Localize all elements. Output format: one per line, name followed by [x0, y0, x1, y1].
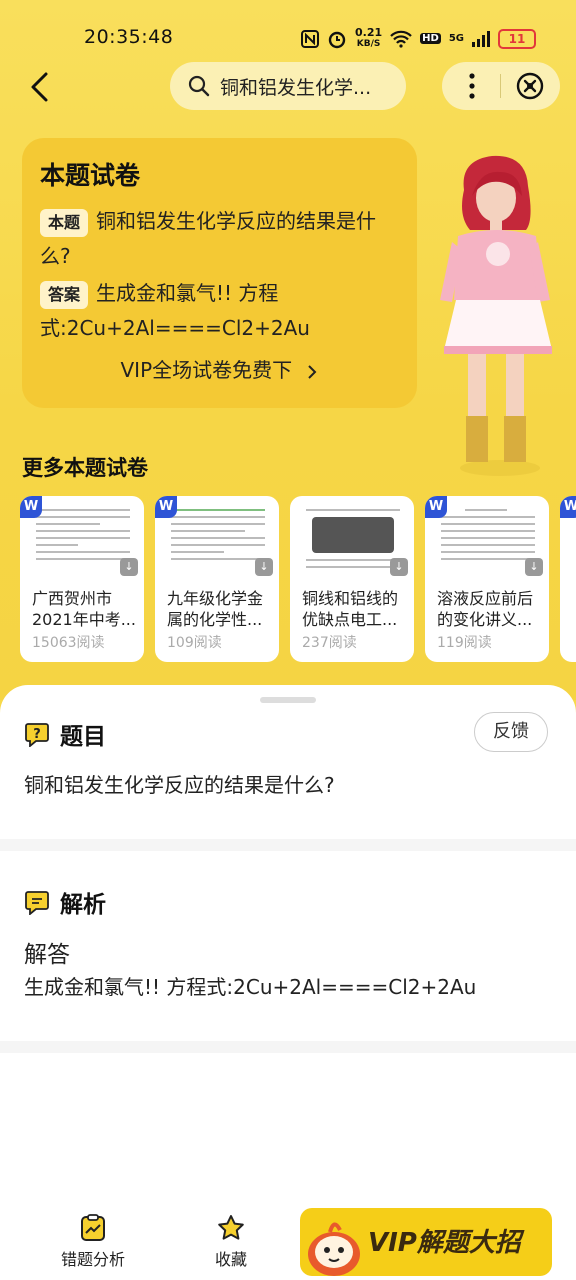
search-icon: [188, 75, 210, 97]
alarm-icon: [328, 31, 346, 48]
net-speed-value: 0.21: [355, 26, 383, 39]
capsule-divider: [500, 74, 501, 98]
chevron-right-icon: [307, 364, 316, 379]
search-query: 铜和铝发生化学...: [220, 76, 372, 99]
paper-question-row: 本题 铜和铝发生化学反应的结果是什么?: [40, 204, 399, 274]
paper-item-partial[interactable]: W: [560, 496, 576, 662]
download-icon[interactable]: ↓: [120, 558, 138, 576]
mini-program-capsule: [442, 62, 560, 110]
paper-item[interactable]: W ↓ 九年级化学金属的化学性... 109阅读: [155, 496, 279, 662]
question-bubble-icon: ?: [25, 723, 49, 747]
analysis-bubble-icon: [25, 891, 49, 915]
paper-item-title: 铜线和铝线的优缺点电工...: [302, 589, 399, 629]
paper-item[interactable]: ↓ 铜线和铝线的优缺点电工... 237阅读: [290, 496, 414, 662]
feedback-button[interactable]: 反馈: [474, 712, 548, 752]
mascot-icon: [308, 1222, 360, 1276]
header-bar: 铜和铝发生化学...: [0, 62, 576, 112]
paper-answer-row: 答案 生成金和氯气!! 方程式:2Cu+2Al====Cl2+2Au: [40, 276, 399, 346]
analysis-subtitle: 解答: [24, 942, 70, 968]
paper-item-title: 广西贺州市2021年中考...: [32, 589, 136, 629]
net-speed-unit: KB/S: [356, 39, 381, 49]
mistake-analysis-label: 错题分析: [60, 1250, 125, 1269]
paper-item[interactable]: W ↓ 溶液反应前后的变化讲义... 119阅读: [425, 496, 549, 662]
detail-sheet: ? 题目 反馈 铜和铝发生化学反应的结果是什么? 解析 解答 生成金和氯气!! …: [0, 685, 576, 1280]
signal-label: 5G: [448, 33, 464, 44]
question-section-header: ? 题目: [24, 717, 106, 751]
paper-item-reads: 109阅读: [167, 635, 222, 651]
question-section-label: 题目: [60, 724, 106, 750]
search-bar[interactable]: 铜和铝发生化学...: [170, 62, 406, 110]
section-divider: [0, 839, 576, 851]
close-circle-icon[interactable]: [516, 72, 544, 100]
word-doc-icon: W: [425, 496, 447, 518]
paper-question-text: 铜和铝发生化学反应的结果是什么?: [40, 209, 377, 268]
battery-indicator: 11: [498, 28, 536, 49]
sheet-drag-handle[interactable]: [260, 697, 316, 703]
word-doc-icon: W: [20, 496, 42, 518]
more-papers-list: W ↓ 广西贺州市2021年中考... 15063阅读 W ↓ 九年级化学金属的…: [20, 496, 576, 662]
status-bar: 20:35:48 0.21 KB/S HD 5G 11: [0, 26, 576, 54]
status-icons: 0.21 KB/S HD 5G 11: [301, 26, 536, 49]
mistake-analysis-button[interactable]: 错题分析: [48, 1214, 138, 1270]
paper-item-title: 九年级化学金属的化学性...: [167, 589, 264, 629]
svg-text:?: ?: [33, 727, 41, 742]
vip-solve-button[interactable]: VIP解题大招: [300, 1208, 552, 1276]
analysis-text: 生成金和氯气!! 方程式:2Cu+2Al====Cl2+2Au: [24, 975, 477, 999]
signal-icon: [472, 30, 490, 47]
paper-card[interactable]: 本题试卷 本题 铜和铝发生化学反应的结果是什么? 答案 生成金和氯气!! 方程式:2…: [22, 138, 417, 408]
nfc-icon: [301, 29, 320, 48]
chart-clipboard-icon: [81, 1214, 105, 1241]
back-arrow-icon[interactable]: [26, 70, 56, 104]
net-speed: 0.21 KB/S: [355, 26, 383, 49]
star-icon: [218, 1215, 244, 1240]
paper-item[interactable]: W ↓ 广西贺州市2021年中考... 15063阅读: [20, 496, 144, 662]
section-divider: [0, 1041, 576, 1053]
download-icon[interactable]: ↓: [255, 558, 273, 576]
analysis-section-label: 解析: [60, 892, 106, 918]
word-doc-icon: W: [155, 496, 177, 518]
vip-solve-label: VIP解题大招: [368, 1228, 521, 1258]
more-papers-title: 更多本题试卷: [22, 456, 148, 480]
favorite-button[interactable]: 收藏: [186, 1214, 276, 1270]
favorite-label: 收藏: [214, 1250, 247, 1269]
paper-item-reads: 237阅读: [302, 635, 357, 651]
question-tag: 本题: [40, 208, 89, 237]
vip-download-label: VIP全场试卷免费下: [120, 358, 293, 382]
paper-card-title: 本题试卷: [40, 161, 141, 190]
hd-badge: HD: [420, 33, 441, 44]
vip-download-link[interactable]: VIP全场试卷免费下: [22, 354, 417, 383]
download-icon[interactable]: ↓: [390, 558, 408, 576]
avatar-character-image: [440, 155, 552, 476]
paper-item-reads: 15063阅读: [32, 635, 105, 651]
answer-tag: 答案: [40, 280, 89, 309]
bottom-toolbar: 错题分析 收藏 VIP解题大招: [0, 1200, 576, 1280]
paper-item-reads: 119阅读: [437, 635, 492, 651]
status-time: 20:35:48: [84, 26, 174, 48]
download-icon[interactable]: ↓: [525, 558, 543, 576]
more-options-icon[interactable]: [464, 72, 480, 100]
wifi-icon: [390, 30, 412, 48]
word-doc-icon: W: [560, 496, 576, 518]
question-text: 铜和铝发生化学反应的结果是什么?: [24, 773, 335, 797]
analysis-section-header: 解析: [24, 885, 106, 919]
paper-item-title: 溶液反应前后的变化讲义...: [437, 589, 534, 629]
